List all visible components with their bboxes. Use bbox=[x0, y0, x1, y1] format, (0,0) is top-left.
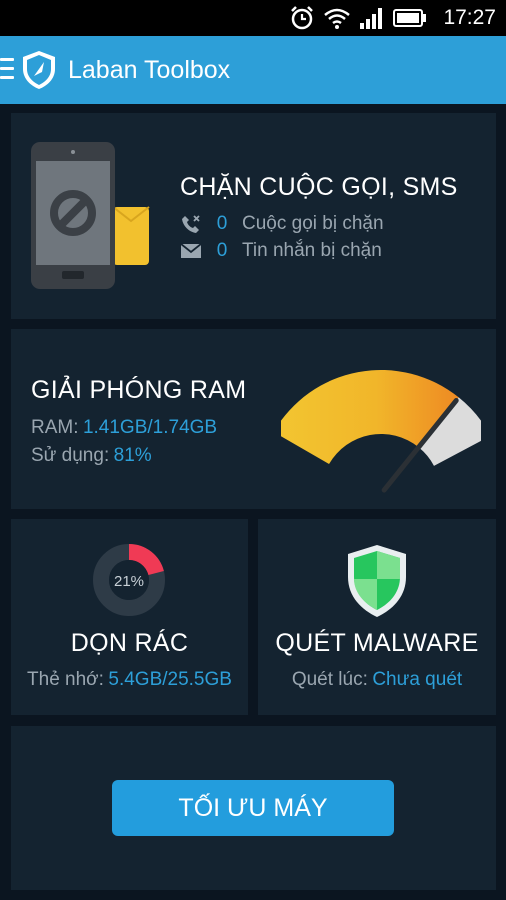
status-icons: 17:27 bbox=[289, 0, 496, 36]
alarm-icon bbox=[291, 6, 314, 30]
blocked-call-icon bbox=[180, 214, 202, 234]
donut-percent-text: 21% bbox=[114, 573, 144, 590]
blocked-calls-row: 0 Cuộc gọi bị chặn bbox=[180, 213, 384, 235]
shield-icon bbox=[348, 545, 406, 617]
usage-value: 81% bbox=[113, 445, 152, 466]
storage-value: 5.4GB/25.5GB bbox=[108, 669, 232, 690]
signal-icon bbox=[360, 8, 383, 29]
app-bar: Laban Toolbox bbox=[0, 36, 506, 104]
status-bar: 17:27 bbox=[0, 0, 506, 36]
wifi-icon bbox=[324, 8, 351, 29]
ram-usage-line: RAM: 1.41GB/1.74GB bbox=[31, 417, 217, 439]
ram-label: RAM: bbox=[31, 417, 79, 438]
usage-label: Sử dụng: bbox=[31, 445, 110, 466]
battery-icon bbox=[393, 9, 427, 27]
scan-value: Chưa quét bbox=[372, 669, 463, 690]
call-blocker-title: CHẶN CUỘC GỌI, SMS bbox=[180, 173, 458, 201]
menu-icon[interactable] bbox=[0, 58, 14, 82]
junk-donut-chart: 21% bbox=[93, 544, 165, 616]
app-title: Laban Toolbox bbox=[68, 56, 231, 84]
junk-cleaner-card[interactable]: 21% DỌN RÁC Thẻ nhớ: 5.4GB/25.5GB bbox=[11, 519, 248, 715]
optimize-button[interactable]: TỐI ƯU MÁY bbox=[112, 780, 394, 836]
ram-gauge bbox=[281, 370, 481, 493]
malware-scan-card[interactable]: QUÉT MALWARE Quét lúc: Chưa quét bbox=[258, 519, 496, 715]
storage-label: Thẻ nhớ: bbox=[27, 669, 104, 690]
blocked-calls-label: Cuộc gọi bị chặn bbox=[242, 213, 384, 234]
ram-percent-line: Sử dụng: 81% bbox=[31, 445, 152, 467]
blocked-sms-row: 0 Tin nhắn bị chặn bbox=[180, 240, 382, 262]
phone-blocked-icon bbox=[31, 142, 150, 289]
blocked-sms-label: Tin nhắn bị chặn bbox=[242, 240, 382, 261]
blocked-calls-count: 0 bbox=[216, 213, 228, 234]
mail-icon bbox=[180, 241, 202, 261]
optimize-card: TỐI ƯU MÁY bbox=[11, 726, 496, 890]
status-time: 17:27 bbox=[443, 6, 496, 29]
junk-storage-line: Thẻ nhớ: 5.4GB/25.5GB bbox=[11, 669, 248, 691]
blocked-sms-count: 0 bbox=[216, 240, 228, 261]
ram-value: 1.41GB/1.74GB bbox=[82, 417, 218, 438]
call-blocker-card[interactable]: CHẶN CUỘC GỌI, SMS 0 Cuộc gọi bị chặn 0 … bbox=[11, 113, 496, 319]
scan-label: Quét lúc: bbox=[291, 669, 368, 690]
junk-title: DỌN RÁC bbox=[70, 629, 189, 657]
ram-title: GIẢI PHÓNG RAM bbox=[31, 376, 247, 404]
malware-scan-line: Quét lúc: Chưa quét bbox=[258, 669, 496, 691]
malware-title: QUÉT MALWARE bbox=[275, 629, 479, 657]
ram-cleaner-card[interactable]: GIẢI PHÓNG RAM RAM: 1.41GB/1.74GB Sử dụn… bbox=[11, 329, 496, 509]
shield-logo-icon bbox=[23, 51, 55, 89]
